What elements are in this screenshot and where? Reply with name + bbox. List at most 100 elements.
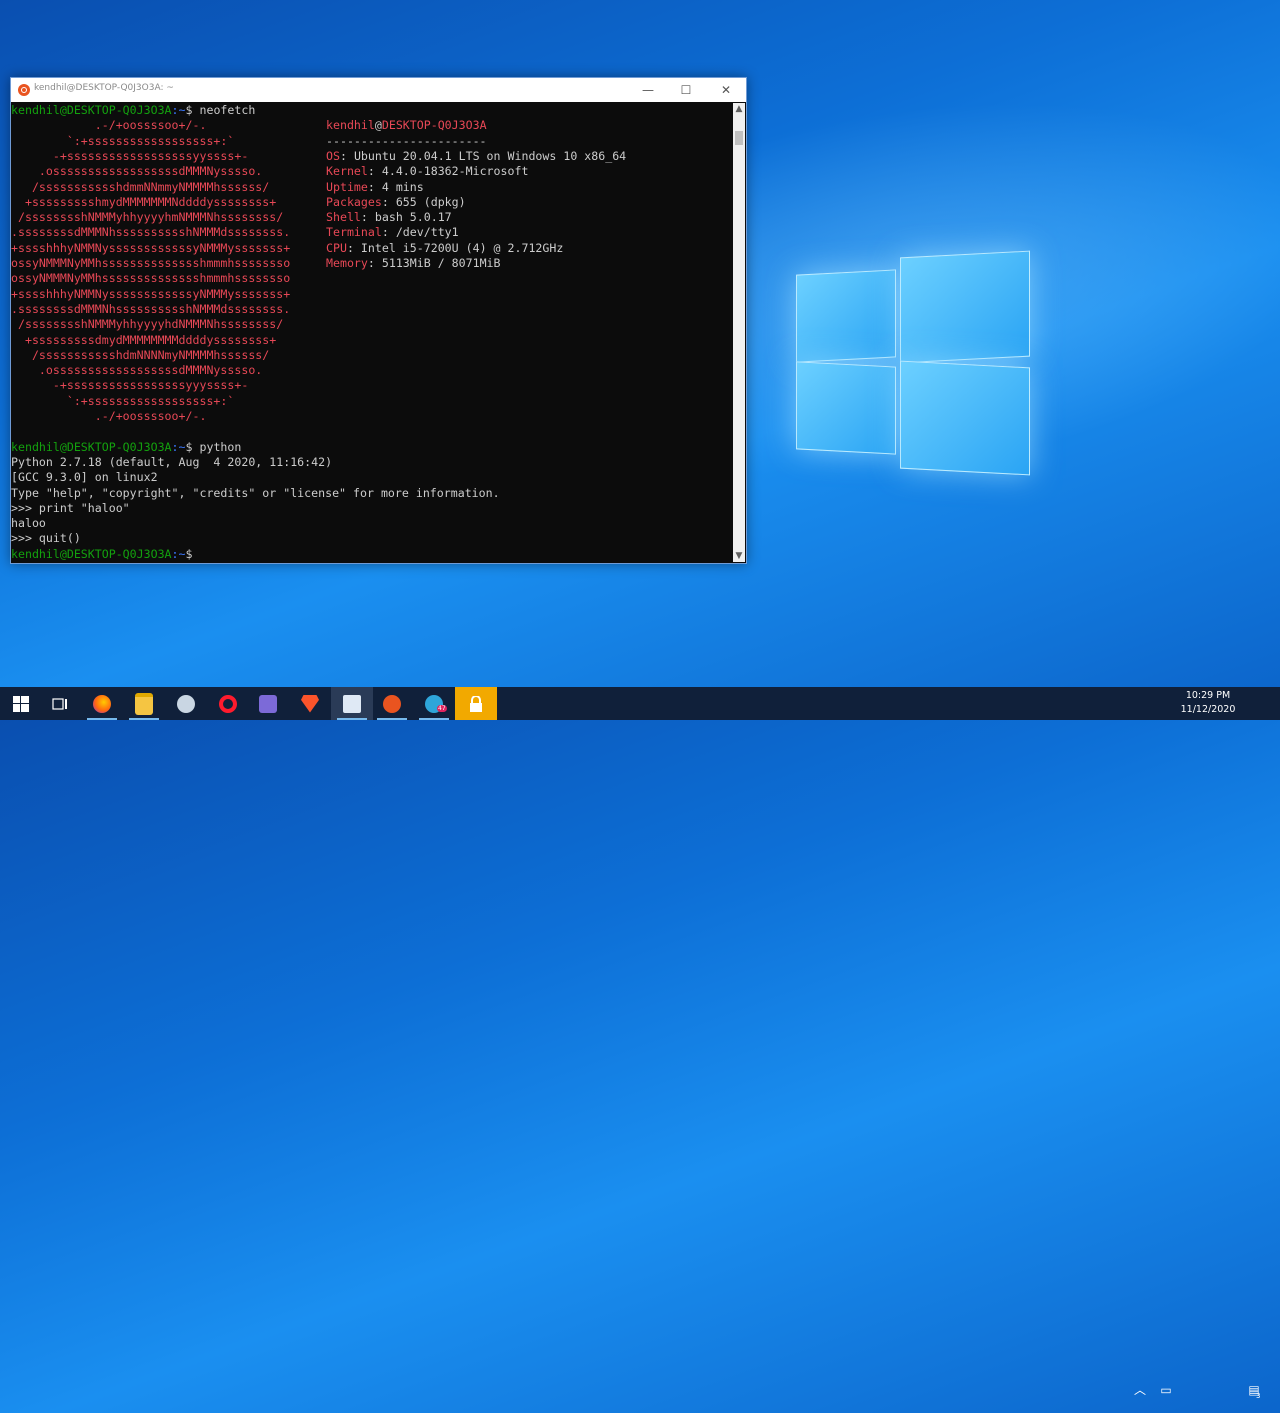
clock-date: 11/12/2020 [1180,704,1236,715]
logo-line: .ssssssssdMMMNhsssssssssshNMMMdssssssss. [11,301,291,316]
logo-line: /ssssssssssshdmmNNmmyNMMMMhssssss/ [11,179,270,194]
info-row: Uptime: 4 mins [326,180,424,195]
info-row: CPU: Intel i5-7200U (4) @ 2.712GHz [326,241,563,256]
info-key: Terminal [326,225,382,240]
info-key: Shell [326,210,361,225]
info-row: OS: Ubuntu 20.04.1 LTS on Windows 10 x86… [326,149,626,164]
info-key: Memory [326,256,368,270]
logo-line: .ossssssssssssssssssdMMMNysssso. [11,164,263,179]
python-output-line: >>> quit() [11,531,81,546]
vertical-scrollbar[interactable]: ▲ ▼ [733,103,745,562]
scroll-down-icon[interactable]: ▼ [733,550,745,562]
prompt-user: kendhil@DESKTOP-Q0J3O3A [11,439,172,454]
info-value: Intel i5-7200U (4) @ 2.712GHz [360,240,564,255]
python-output-line: [GCC 9.3.0] on linux2 [11,470,158,485]
task-view-icon[interactable] [39,687,81,720]
prompt-path: :~ [171,439,186,454]
file-explorer-icon[interactable] [123,687,165,720]
info-colon: : [346,240,361,255]
windows-logo [796,242,1030,480]
info-key: OS [326,148,340,163]
logo-line: ossyNMMMNyMMhsssssssssssssshmmmhssssssso [11,256,291,270]
info-colon: : [367,179,382,194]
window-title: kendhil@DESKTOP-Q0J3O3A: ~ [34,83,174,93]
info-colon: : [339,148,354,163]
close-button[interactable]: ✕ [706,78,746,102]
info-header: kendhil@DESKTOP-Q0J3O3A [326,118,487,133]
python-output-line: haloo [11,516,46,531]
maximize-button[interactable]: ☐ [666,78,706,102]
info-value: 5113MiB / 8071MiB [381,256,501,270]
info-value: Ubuntu 20.04.1 LTS on Windows 10 x86_64 [353,148,627,163]
scroll-up-icon[interactable]: ▲ [733,103,745,115]
terminal-window[interactable]: kendhil@DESKTOP-Q0J3O3A: ~ — ☐ ✕ kendhil… [10,77,747,564]
telegram-badge: 47 [437,705,447,712]
info-row: Packages: 655 (dpkg) [326,195,466,210]
logo-line: .ssssssssdMMMNhsssssssssshNMMMdssssssss. [11,225,291,240]
info-value: /dev/tty1 [395,225,459,240]
chevron-up-icon[interactable]: ︿ [1130,1374,1150,1407]
python-output-line: Python 2.7.18 (default, Aug 4 2020, 11:1… [11,454,333,469]
info-colon: : [381,225,396,240]
info-separator: ----------------------- [326,133,487,148]
prompt-path: :~ [171,103,186,117]
lock-app-icon[interactable] [455,687,497,720]
info-value: 4.4.0-18362-Microsoft [381,164,529,179]
firefox-icon[interactable] [81,687,123,720]
prompt-user: kendhil@DESKTOP-Q0J3O3A [11,103,172,117]
windows-start-icon[interactable] [0,687,42,720]
prompt-sign: $ [185,546,200,561]
network-app-icon[interactable] [247,687,289,720]
clock-time: 10:29 PM [1185,690,1231,701]
info-colon: : [381,194,396,209]
prompt-line[interactable]: kendhil@DESKTOP-Q0J3O3A:~$ [11,547,199,562]
minimize-button[interactable]: — [628,78,668,102]
command-text: python [199,439,242,454]
notification-count: 3 [1256,1392,1261,1400]
app-icon[interactable] [165,687,207,720]
logo-line: /sssssssshNMMMyhhyyyyhmNMMMNhssssssss/ [11,210,284,225]
notepad-icon[interactable] [331,687,373,720]
telegram-icon[interactable]: 47 [413,687,455,720]
logo-line: +sssshhhyNMMNyssssssssssssyNMMMysssssss+ [11,240,291,255]
prompt-line: kendhil@DESKTOP-Q0J3O3A:~$ python [11,440,241,455]
info-key: Uptime [326,179,368,194]
ubuntu-icon[interactable] [371,687,413,720]
logo-line: .-/+oossssoo+/-. [11,118,207,133]
logo-line: -+ssssssssssssssssssyyssss+- [11,148,249,163]
logo-line: `:+ssssssssssssssssss+:` [11,393,235,408]
info-colon: : [367,256,382,270]
logo-line: ossyNMMMNyMMhsssssssssssssshmmmhssssssso [11,271,291,286]
logo-line: `:+ssssssssssssssssss+:` [11,133,235,148]
logo-line: /sssssssshNMMMyhhyyyyhdNMMMNhssssssss/ [11,317,284,332]
prompt-path: :~ [171,546,186,561]
info-row: Memory: 5113MiB / 8071MiB [326,256,501,271]
brave-icon[interactable] [289,687,331,720]
clock[interactable]: 10:29 PM 11/12/2020 [1178,689,1238,717]
scroll-thumb[interactable] [735,131,743,145]
logo-line: +sssssssssdmydMMMMMMMMddddyssssssss+ [11,332,277,347]
title-bar[interactable]: kendhil@DESKTOP-Q0J3O3A: ~ — ☐ ✕ [11,78,746,102]
info-at: @ [374,118,382,133]
ubuntu-icon [18,84,30,96]
prompt-line: kendhil@DESKTOP-Q0J3O3A:~$ neofetch [11,103,255,118]
info-colon: : [360,210,375,225]
info-colon: : [367,164,382,179]
command-text: neofetch [199,103,256,117]
logo-line: .-/+oossssoo+/-. [11,409,207,423]
prompt-sign: $ [185,103,200,117]
info-value: bash 5.0.17 [374,210,452,225]
opera-icon[interactable] [207,687,249,720]
terminal-output[interactable]: kendhil@DESKTOP-Q0J3O3A:~$ neofetch .-/+… [11,103,733,563]
info-user: kendhil [326,118,375,133]
python-output-line: Type "help", "copyright", "credits" or "… [11,485,500,500]
logo-line: +sssshhhyNMMNyssssssssssssyNMMMysssssss+ [11,286,291,301]
logo-line: +ssssssssshmydMMMMMMMNddddyssssssss+ [11,194,277,209]
network-icon[interactable]: ▭ [1156,1374,1176,1407]
info-key: Packages [326,194,382,209]
notification-icon[interactable]: ▤ 3 [1242,1374,1266,1407]
info-row: Kernel: 4.4.0-18362-Microsoft [326,164,528,179]
info-value: 4 mins [381,179,424,194]
python-output-line: >>> print "haloo" [11,500,130,515]
info-row: Shell: bash 5.0.17 [326,210,452,225]
